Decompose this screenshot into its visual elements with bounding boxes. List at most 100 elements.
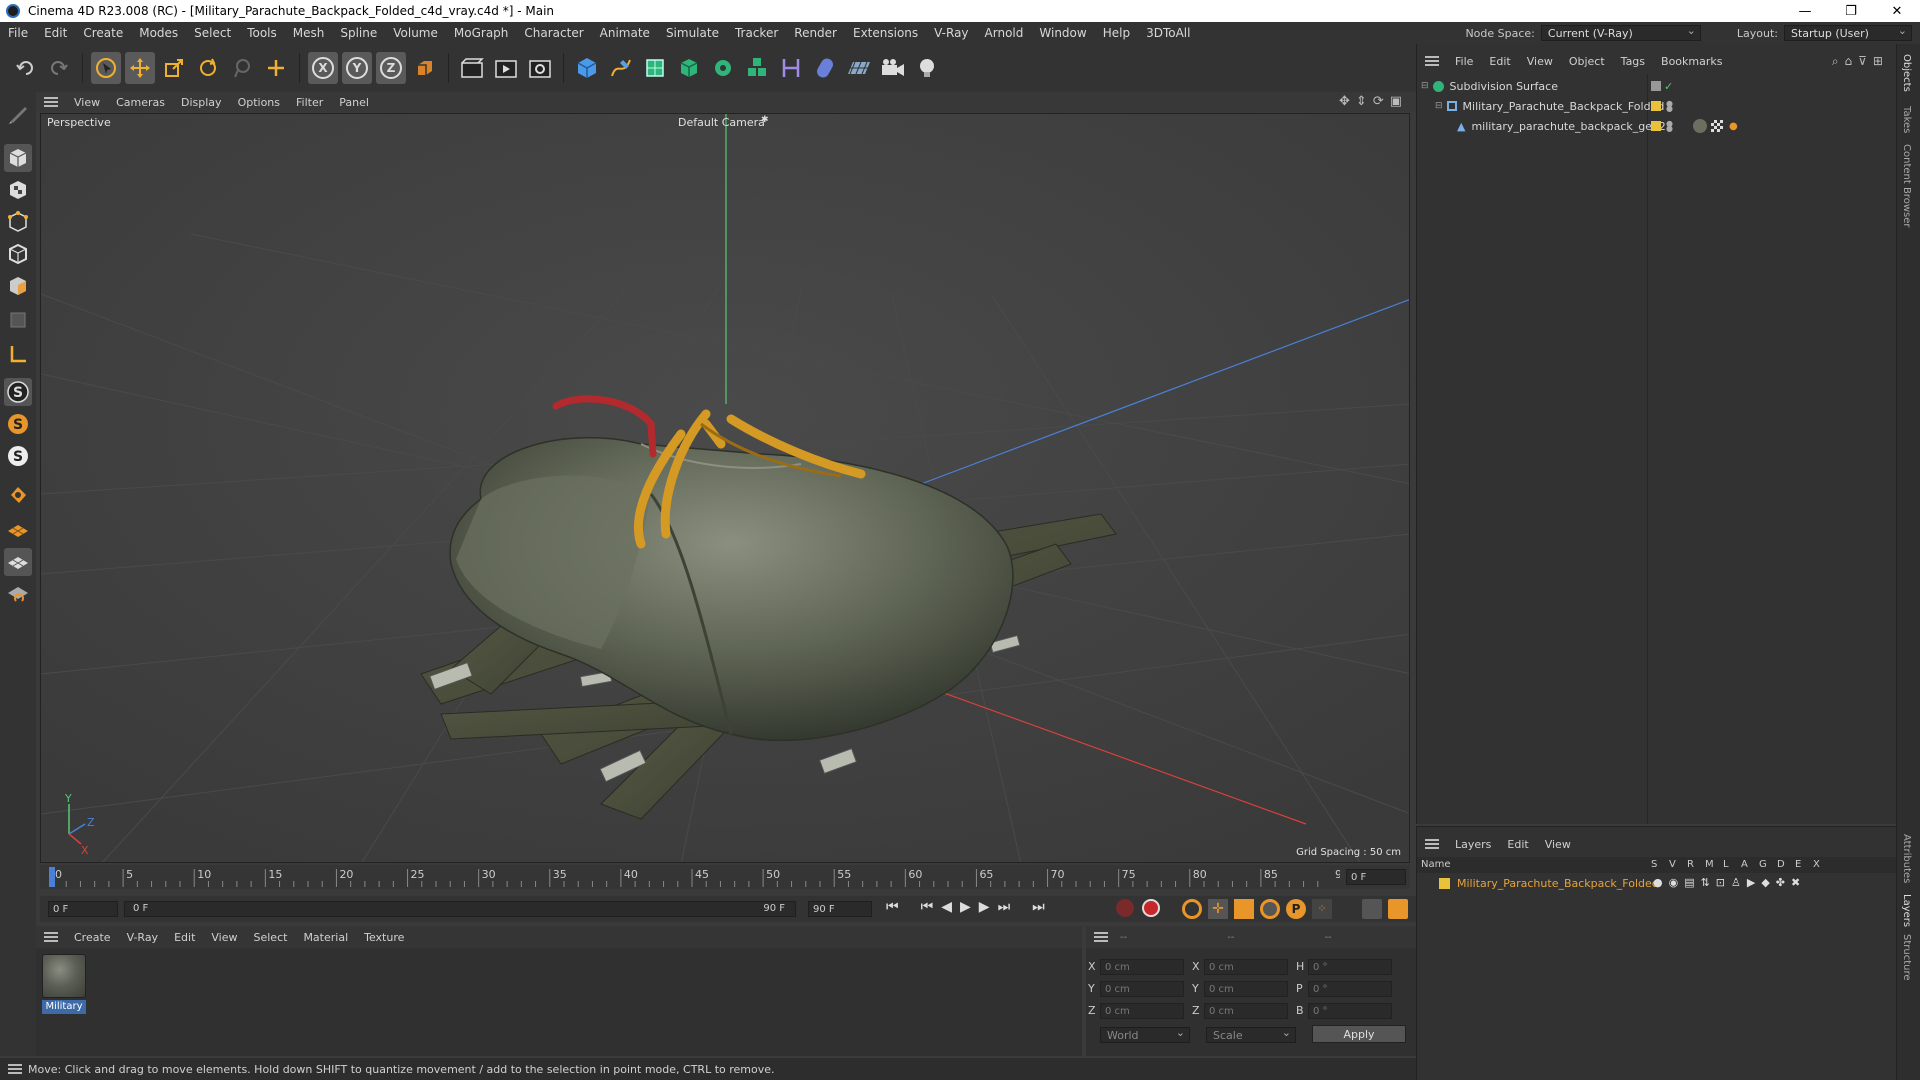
viewport-menu-filter[interactable]: Filter [288,96,331,109]
key-rotation-icon[interactable] [1260,899,1280,919]
close-button[interactable]: ✕ [1874,0,1920,22]
autokey-record-icon[interactable] [1142,899,1160,917]
coord-pos-x-field[interactable]: 0 cm [1100,959,1184,975]
coordinates-menu-icon[interactable] [1094,932,1108,942]
layer-menu-layers[interactable]: Layers [1447,838,1499,851]
material-menu-select[interactable]: Select [246,931,296,944]
menu-tracker[interactable]: Tracker [727,26,786,40]
menu-spline[interactable]: Spline [332,26,385,40]
maximize-button[interactable]: ❐ [1828,0,1874,22]
object-menu-edit[interactable]: Edit [1481,55,1518,68]
floor-object-button[interactable] [844,52,874,84]
edges-mode-button[interactable] [4,240,32,268]
viewport-nav-icons[interactable]: ✥⇕⟳▣ [1339,94,1408,109]
motion-system-icon[interactable] [1362,899,1382,919]
coord-size-z-field[interactable]: 0 cm [1204,1003,1288,1019]
snap-button[interactable]: S [4,378,32,406]
coordinate-space-dropdown[interactable]: World [1100,1026,1190,1043]
menu-arnold[interactable]: Arnold [977,26,1032,40]
next-frame-button[interactable]: ▶ [979,899,990,915]
layer-menu-icon[interactable] [1425,839,1439,849]
side-tab-structure[interactable]: Structure [1901,934,1912,981]
z-axis-lock-button[interactable]: Z [376,52,406,84]
grid-workplane-button[interactable] [4,548,32,576]
scale-tool-button[interactable] [159,52,189,84]
start-frame-field[interactable]: 0 F [48,901,118,917]
uvw-tag-icon[interactable] [1711,120,1723,132]
phong-tag-icon[interactable]: ● [1729,121,1738,132]
rotate-tool-button[interactable] [193,52,223,84]
menu-render[interactable]: Render [786,26,845,40]
object-name[interactable]: Military_Parachute_Backpack_Folded [1463,100,1665,113]
menu-create[interactable]: Create [75,26,131,40]
material-menu-material[interactable]: Material [295,931,356,944]
coordinate-system-button[interactable] [410,52,440,84]
coord-size-x-field[interactable]: 0 cm [1204,959,1288,975]
camera-object-button[interactable] [878,52,908,84]
y-axis-lock-button[interactable]: Y [342,52,372,84]
menu-modes[interactable]: Modes [131,26,186,40]
side-tab-attributes[interactable]: Attributes [1901,834,1912,883]
layer-row[interactable]: Military_Parachute_Backpack_Folded ●◉▤⇅⊡… [1417,875,1897,893]
object-menu-icon[interactable] [1425,56,1439,66]
coord-rot-b-field[interactable]: 0 ° [1308,1003,1392,1019]
frame-range-slider[interactable]: 0 F 90 F [124,901,796,917]
menu-vray[interactable]: V-Ray [926,26,976,40]
layer-menu-view[interactable]: View [1537,838,1579,851]
coord-rot-p-field[interactable]: 0 ° [1308,981,1392,997]
redo-button[interactable] [44,52,74,84]
extrude-generator-button[interactable] [674,52,704,84]
tweak-mode-button[interactable] [4,480,32,508]
viewport-menu-icon[interactable] [44,97,58,107]
coord-pos-y-field[interactable]: 0 cm [1100,981,1184,997]
make-editable-button[interactable] [4,100,32,128]
layer-color-swatch[interactable] [1439,878,1450,889]
points-mode-button[interactable] [4,208,32,236]
object-row-backpack-folded[interactable]: ⊟ Military_Parachute_Backpack_Folded ● ● [1417,97,1897,115]
cube-primitive-button[interactable] [572,52,602,84]
render-picture-viewer-button[interactable] [491,52,521,84]
x-axis-lock-button[interactable]: X [308,52,338,84]
workplane-snap-button[interactable]: S [4,442,32,470]
object-row-backpack-geo[interactable]: ▲ military_parachute_backpack_geo2 ● ● ● [1417,117,1897,135]
menu-mesh[interactable]: Mesh [285,26,333,40]
viewport-menu-view[interactable]: View [66,96,108,109]
key-position-icon[interactable]: ✛ [1208,899,1228,919]
apply-button[interactable]: Apply [1312,1025,1406,1043]
layer-menu-edit[interactable]: Edit [1499,838,1536,851]
current-frame-field[interactable]: 0 F [1346,869,1406,885]
workplane-button[interactable] [4,516,32,544]
coord-size-y-field[interactable]: 0 cm [1204,981,1288,997]
mograph-fracture-button[interactable] [742,52,772,84]
field-button[interactable] [810,52,840,84]
object-menu-view[interactable]: View [1519,55,1561,68]
menu-select[interactable]: Select [186,26,239,40]
object-menu-object[interactable]: Object [1561,55,1613,68]
material-name[interactable]: Military [42,1000,86,1014]
layer-color-swatch[interactable] [1651,121,1661,131]
play-button[interactable]: ▶ [960,899,971,915]
key-parameter-icon[interactable]: P [1286,899,1306,919]
go-to-end-button[interactable]: ⏭ [1032,899,1045,915]
viewport-menu-display[interactable]: Display [173,96,230,109]
polygons-mode-button[interactable] [4,272,32,300]
texture-mode-button[interactable] [4,176,32,204]
move-tool-button[interactable] [125,52,155,84]
cloner-button[interactable] [708,52,738,84]
material-menu-edit[interactable]: Edit [166,931,203,944]
node-space-dropdown[interactable]: Current (V-Ray) [1540,24,1701,41]
coordinate-mode-dropdown[interactable]: Scale [1206,1026,1296,1043]
menu-mograph[interactable]: MoGraph [446,26,517,40]
subdivision-surface-button[interactable] [640,52,670,84]
menu-3dtoall[interactable]: 3DToAll [1138,26,1198,40]
object-row-subdivision-surface[interactable]: ⊟ Subdivision Surface ✓ [1417,77,1897,95]
material-menu-texture[interactable]: Texture [356,931,412,944]
record-active-objects-icon[interactable] [1116,899,1134,917]
timeline-window-icon[interactable] [1388,899,1408,919]
side-tab-takes[interactable]: Takes [1901,106,1912,133]
viewport-menu-panel[interactable]: Panel [331,96,377,109]
menu-volume[interactable]: Volume [385,26,446,40]
collapse-toggle-icon[interactable]: ⊟ [1421,81,1429,91]
menu-file[interactable]: File [0,26,36,40]
side-tab-content-browser[interactable]: Content Browser [1901,144,1912,227]
